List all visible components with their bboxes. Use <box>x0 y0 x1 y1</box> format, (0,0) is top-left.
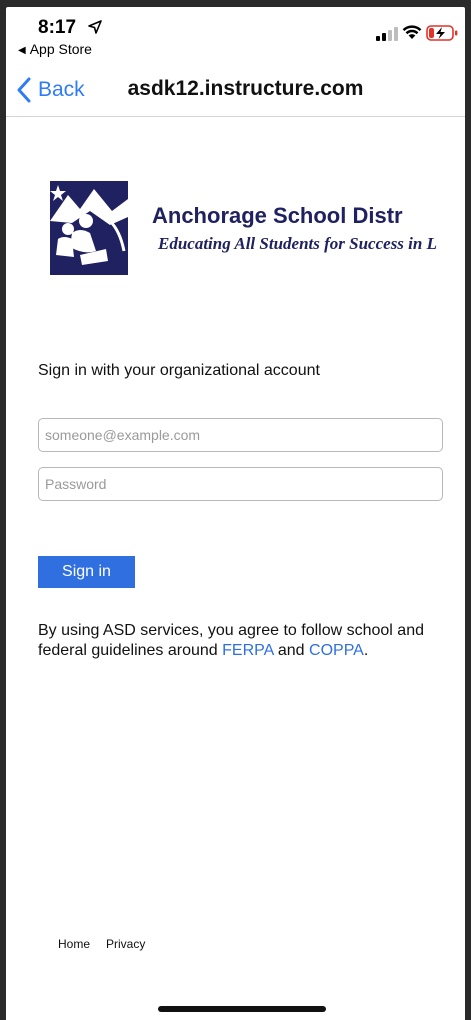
nav-divider <box>6 116 465 117</box>
footer: Home Privacy <box>58 937 161 951</box>
signin-button[interactable]: Sign in <box>38 556 135 588</box>
home-indicator <box>158 1006 326 1012</box>
terms-notice: By using ASD services, you agree to foll… <box>38 621 448 661</box>
back-to-app-store[interactable]: ◀ App Store <box>18 41 92 57</box>
back-app-label: App Store <box>29 41 92 57</box>
terms-end: . <box>363 642 369 659</box>
terms-and: and <box>273 642 310 659</box>
district-tagline: Educating All Students for Success in L <box>158 234 437 253</box>
email-field[interactable] <box>38 418 443 452</box>
device-screen: 8:17 ◀ App Store Back asdk12.instructure.… <box>6 7 465 1020</box>
coppa-link[interactable]: COPPA <box>309 642 364 659</box>
cellular-signal-icon <box>376 27 398 41</box>
footer-home-link[interactable]: Home <box>58 937 90 951</box>
wifi-icon <box>402 25 422 39</box>
ferpa-link[interactable]: FERPA <box>222 642 273 659</box>
location-arrow-icon <box>88 20 102 34</box>
district-name: Anchorage School Distr <box>152 203 403 228</box>
page-title: asdk12.instructure.com <box>127 77 364 100</box>
district-logo-emblem <box>50 181 128 275</box>
footer-privacy-link[interactable]: Privacy <box>106 937 145 951</box>
password-field[interactable] <box>38 467 443 501</box>
back-triangle-icon: ◀ <box>18 45 26 56</box>
status-time: 8:17 <box>38 17 77 38</box>
battery-charging-icon <box>426 25 458 41</box>
signin-heading: Sign in with your organizational account <box>38 362 320 379</box>
